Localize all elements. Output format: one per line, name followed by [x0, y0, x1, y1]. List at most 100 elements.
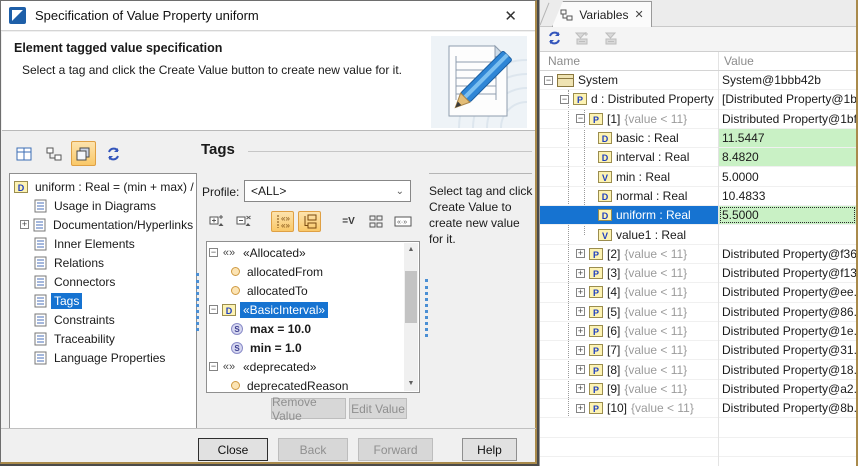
stereotype-field-icon[interactable]: «·» [391, 211, 414, 232]
refresh-icon[interactable] [101, 141, 126, 166]
scroll-down-icon[interactable]: ▼ [404, 377, 418, 391]
flat-tree-toggle-icon[interactable]: «» «» [271, 211, 294, 232]
header-description: Select a tag and click the Create Value … [22, 63, 402, 77]
var-row-6[interactable]: + P [6] {value < 11} Distributed Property@1… [540, 322, 856, 342]
back-button[interactable]: Back [278, 438, 348, 461]
tag-group-basicinterval[interactable]: − D «BasicInterval» [209, 300, 403, 319]
remove-value-icon[interactable] [232, 211, 255, 232]
var-row-5[interactable]: + P [5] {value < 11} Distributed Property@8… [540, 303, 856, 322]
group-tree-toggle-icon[interactable] [298, 211, 321, 232]
variables-table-header: Name Value [540, 52, 856, 71]
collapse-icon[interactable]: − [576, 114, 585, 124]
tag-allocatedFrom[interactable]: allocatedFrom [209, 262, 403, 281]
var-row-10[interactable]: + P [10] {value < 11} Distributed Property@… [540, 399, 856, 419]
nav-item-tags[interactable]: Tags [14, 291, 196, 310]
expand-icon[interactable]: + [576, 307, 585, 317]
switch-view-icon[interactable] [71, 141, 96, 166]
forward-button[interactable]: Forward [358, 438, 433, 461]
help-button[interactable]: Help [462, 438, 517, 461]
close-button[interactable]: Close [198, 438, 268, 461]
d-type-icon: D [222, 303, 236, 316]
expand-icon[interactable]: + [576, 268, 585, 278]
scroll-up-icon[interactable]: ▲ [404, 243, 418, 257]
default-value-icon[interactable]: =V [337, 211, 360, 232]
tag-deprecatedReason[interactable]: deprecatedReason [209, 376, 403, 392]
var-row-1[interactable]: − P [1] {value < 11} Distributed Property@1… [540, 110, 856, 129]
var-row-8[interactable]: + P [8] {value < 11} Distributed Property@1… [540, 360, 856, 380]
tag-value-max[interactable]: S max = 10.0 [209, 319, 403, 338]
nav-item-relations[interactable]: Relations [14, 253, 196, 272]
left-splitter-handle[interactable] [196, 273, 199, 331]
tag-group-allocated[interactable]: − «» «Allocated» [209, 243, 403, 262]
tags-scrollbar[interactable]: ▲ ▼ [404, 243, 418, 391]
nav-item-documentation[interactable]: + Documentation/Hyperlinks [14, 215, 196, 234]
nav-item-constraints[interactable]: Constraints [14, 310, 196, 329]
tag-allocatedTo[interactable]: allocatedTo [209, 281, 403, 300]
tags-hint-text: Select tag and click Create Value to cre… [429, 184, 533, 246]
expand-icon[interactable]: + [20, 220, 29, 229]
tag-group-deprecated[interactable]: − «» «deprecated» [209, 357, 403, 376]
expand-icon[interactable]: + [576, 384, 585, 394]
remove-value-button[interactable]: Remove Value [271, 395, 346, 423]
d-type-icon: D [598, 189, 612, 202]
create-value-icon[interactable] [205, 211, 228, 232]
var-row-uniform[interactable]: Duniform : Real 5.5000 [540, 206, 856, 226]
scroll-thumb[interactable] [405, 271, 417, 323]
expand-icon[interactable]: + [576, 249, 585, 259]
collapse-icon[interactable]: − [544, 75, 553, 85]
p-type-icon: P [589, 247, 603, 260]
refresh-icon[interactable] [547, 31, 562, 48]
var-row-normal[interactable]: Dnormal : Real 10.4833 [540, 187, 856, 207]
nav-item-language-properties[interactable]: Language Properties [14, 348, 196, 367]
expand-icon[interactable]: + [576, 287, 585, 297]
nav-item-traceability[interactable]: Traceability [14, 329, 196, 348]
profile-dropdown[interactable]: <ALL> ⌄ [244, 180, 411, 202]
var-row-basic[interactable]: Dbasic : Real 11.5447 [540, 128, 856, 149]
properties-table-icon[interactable] [11, 141, 36, 166]
expand-icon[interactable]: + [576, 345, 585, 355]
nav-item-connectors[interactable]: Connectors [14, 272, 196, 291]
hint-divider [429, 173, 532, 174]
nav-item-usage-in-diagrams[interactable]: Usage in Diagrams [14, 196, 196, 215]
var-row-min[interactable]: Vmin : Real 5.0000 [540, 167, 856, 187]
nav-root-label: uniform : Real = (min + max) / 2 [35, 179, 197, 194]
export-add-icon[interactable] [574, 31, 591, 48]
var-row-value1[interactable]: Vvalue1 : Real [540, 225, 856, 245]
collapse-icon[interactable]: − [209, 248, 218, 257]
var-row-9[interactable]: + P [9] {value < 11} Distributed Property@a… [540, 380, 856, 400]
var-row-4[interactable]: + P [4] {value < 11} Distributed Property@e… [540, 283, 856, 303]
collapse-icon[interactable]: − [209, 305, 218, 314]
var-row-3[interactable]: + P [3] {value < 11} Distributed Property@f… [540, 264, 856, 284]
tab-close-icon[interactable]: ✕ [634, 8, 643, 21]
column-resize-handle[interactable] [718, 52, 719, 70]
d-type-icon: D [598, 151, 612, 164]
right-splitter-handle[interactable] [425, 279, 428, 337]
collapse-icon[interactable]: − [560, 94, 569, 104]
name-column-header[interactable]: Name [548, 54, 580, 68]
grid-view-icon[interactable] [364, 211, 387, 232]
nav-root-node[interactable]: D uniform : Real = (min + max) / 2 [14, 177, 196, 196]
expand-icon[interactable]: + [576, 365, 585, 375]
var-row-2[interactable]: + P [2] {value < 11} Distributed Property@f… [540, 245, 856, 264]
export-icon[interactable] [603, 31, 620, 48]
nav-item-inner-elements[interactable]: Inner Elements [14, 234, 196, 253]
collapse-icon[interactable]: − [209, 362, 218, 371]
empty-row [540, 438, 856, 457]
system-block-icon [557, 73, 574, 87]
expand-icon[interactable]: + [576, 326, 585, 336]
var-row-system[interactable]: − System System@1bbb42b [540, 71, 856, 91]
var-row-interval[interactable]: Dinterval : Real 8.4820 [540, 148, 856, 168]
value-column-header[interactable]: Value [724, 54, 754, 68]
tab-variables[interactable]: Variables ✕ [552, 1, 652, 27]
dialog-close-icon[interactable]: ✕ [494, 5, 527, 27]
var-row-d[interactable]: − Pd : Distributed Property ... [Distribu… [540, 90, 856, 110]
specification-dialog: Specification of Value Property uniform … [0, 0, 596, 464]
page-icon [34, 332, 47, 345]
v-type-icon: V [598, 228, 612, 241]
tag-value-min[interactable]: S min = 1.0 [209, 338, 403, 357]
var-row-7[interactable]: + P [7] {value < 11} Distributed Property@3… [540, 341, 856, 361]
tree-view-icon[interactable] [41, 141, 66, 166]
edit-value-button[interactable]: Edit Value [349, 398, 407, 419]
chevron-down-icon: ⌄ [395, 185, 404, 197]
expand-icon[interactable]: + [576, 403, 585, 413]
